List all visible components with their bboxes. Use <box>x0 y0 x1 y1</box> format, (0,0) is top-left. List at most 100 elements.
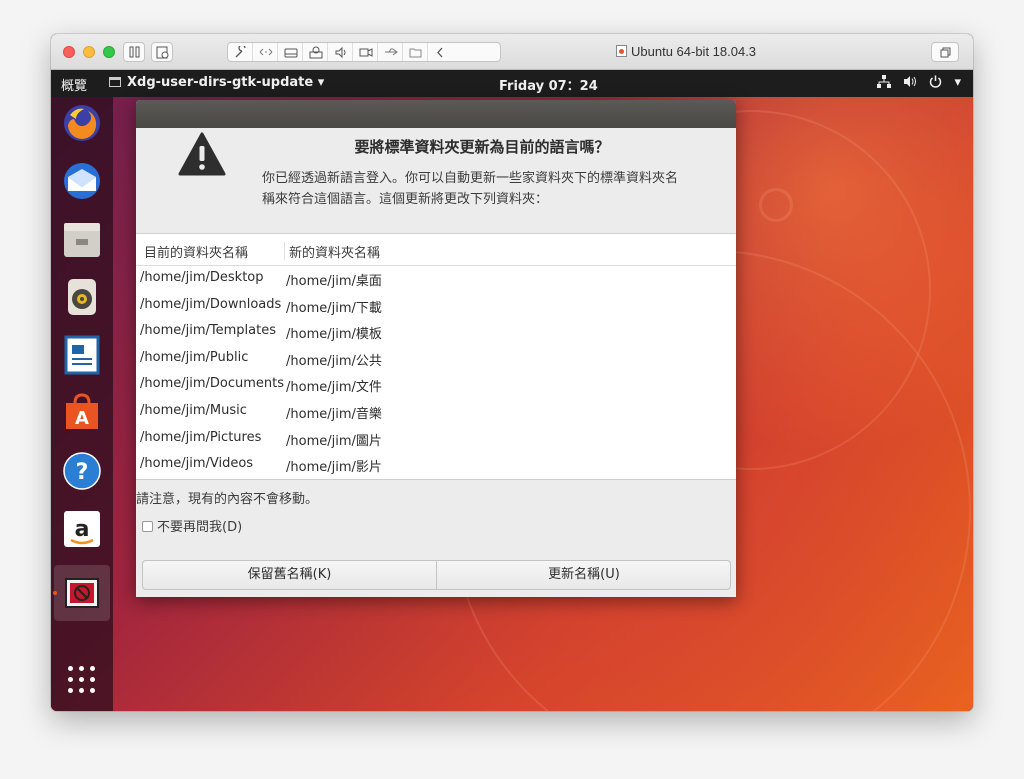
update-names-button[interactable]: 更新名稱(U) <box>437 561 730 589</box>
shared-folder-icon <box>409 48 422 58</box>
network-arrows-button[interactable] <box>253 43 278 61</box>
gnome-top-bar: 概覽 Xdg-user-dirs-gtk-update ▾ Friday 07：… <box>51 70 973 97</box>
folders-table: 目前的資料夾名稱 新的資料夾名稱 /home/jim/Desktop/home/… <box>136 233 736 480</box>
restore-icon <box>940 47 951 58</box>
window-icon <box>109 77 121 87</box>
current-folder-cell: /home/jim/Templates <box>140 323 276 339</box>
keep-old-names-button[interactable]: 保留舊名稱(K) <box>143 561 437 589</box>
snapshot-icon <box>156 46 169 59</box>
pause-icon <box>129 46 140 58</box>
content-not-moved-note: 請注意，現有的內容不會移動。 <box>136 492 319 507</box>
dialog-message: 你已經透過新語言登入。你可以自動更新一些家資料夾下的標準資料夾名 稱來符合這個語… <box>262 168 718 210</box>
zoom-window-button[interactable] <box>103 46 115 58</box>
vm-device-toolbar <box>227 42 501 62</box>
usb-icon <box>385 48 398 56</box>
vm-doc-icon <box>616 45 627 57</box>
camera-icon <box>359 48 373 57</box>
xdg-user-dirs-update-icon[interactable] <box>62 573 102 613</box>
system-tray[interactable]: ▾ <box>869 75 961 90</box>
table-row[interactable]: /home/jim/Music/home/jim/音樂 <box>136 399 736 426</box>
new-folder-cell: /home/jim/公共 <box>286 353 382 369</box>
pause-vm-button[interactable] <box>123 42 145 62</box>
restore-window-button[interactable] <box>931 42 959 62</box>
ubuntu-software-icon[interactable]: A <box>62 393 102 433</box>
firefox-icon[interactable] <box>62 103 102 143</box>
wallpaper-small-circle <box>759 188 793 222</box>
files-icon[interactable] <box>62 219 102 259</box>
vm-title-text: Ubuntu 64-bit 18.04.3 <box>631 44 757 59</box>
sound-button[interactable] <box>328 43 353 61</box>
app-menu[interactable]: Xdg-user-dirs-gtk-update ▾ <box>109 75 324 90</box>
column-header-new[interactable]: 新的資料夾名稱 <box>284 242 380 261</box>
amazon-icon[interactable]: a <box>62 509 102 549</box>
dialog-header[interactable] <box>136 100 736 128</box>
new-folder-cell: /home/jim/圖片 <box>286 433 382 449</box>
svg-text:A: A <box>75 408 89 429</box>
network-icon <box>877 75 892 90</box>
shared-folder-button[interactable] <box>403 43 428 61</box>
arrows-icon <box>259 48 273 56</box>
wrench-icon <box>235 46 246 58</box>
dock: A ? a <box>51 97 113 711</box>
message-line-1: 你已經透過新語言登入。你可以自動更新一些家資料夾下的標準資料夾名 <box>262 171 679 186</box>
running-indicator <box>53 591 57 595</box>
collapse-toolbar-button[interactable] <box>428 43 453 61</box>
table-row[interactable]: /home/jim/Desktop/home/jim/桌面 <box>136 266 736 293</box>
column-header-current[interactable]: 目前的資料夾名稱 <box>144 242 248 261</box>
close-window-button[interactable] <box>63 46 75 58</box>
new-folder-cell: /home/jim/影片 <box>286 460 382 476</box>
show-applications-button[interactable] <box>67 665 97 695</box>
vm-window: Ubuntu 64-bit 18.04.3 概覽 Xdg-user-dirs-g… <box>51 34 973 711</box>
harddisk-button[interactable] <box>278 43 303 61</box>
table-row[interactable]: /home/jim/Templates/home/jim/模板 <box>136 319 736 346</box>
activities-button[interactable]: 概覽 <box>61 75 87 94</box>
cd-drive-icon <box>309 46 323 59</box>
app-menu-label: Xdg-user-dirs-gtk-update ▾ <box>127 75 325 90</box>
dialog-title: 要將標準資料夾更新為目前的語言嗎？ <box>354 138 610 156</box>
power-icon <box>929 75 942 90</box>
table-row[interactable]: /home/jim/Pictures/home/jim/圖片 <box>136 426 736 453</box>
harddisk-icon <box>284 48 298 58</box>
help-icon[interactable]: ? <box>62 451 102 491</box>
current-folder-cell: /home/jim/Downloads <box>140 296 282 312</box>
current-folder-cell: /home/jim/Public <box>140 349 249 365</box>
clock[interactable]: Friday 07：24 <box>499 75 598 94</box>
table-header: 目前的資料夾名稱 新的資料夾名稱 <box>136 234 736 266</box>
ubuntu-desktop: 概覽 Xdg-user-dirs-gtk-update ▾ Friday 07：… <box>51 70 973 711</box>
chevron-left-icon <box>437 47 443 58</box>
table-row[interactable]: /home/jim/Videos/home/jim/影片 <box>136 452 736 479</box>
current-folder-cell: /home/jim/Videos <box>140 456 254 472</box>
rhythmbox-icon[interactable] <box>62 277 102 317</box>
current-folder-cell: /home/jim/Desktop <box>140 270 264 285</box>
message-line-2: 稱來符合這個語言。這個更新將更改下列資料夾： <box>262 192 549 207</box>
table-row[interactable]: /home/jim/Public/home/jim/公共 <box>136 346 736 373</box>
table-row[interactable]: /home/jim/Downloads/home/jim/下載 <box>136 293 736 320</box>
current-folder-cell: /home/jim/Pictures <box>140 429 262 445</box>
new-folder-cell: /home/jim/下載 <box>286 300 382 316</box>
dialog-buttons: 保留舊名稱(K) 更新名稱(U) <box>142 560 731 590</box>
cd-drive-button[interactable] <box>303 43 328 61</box>
new-folder-cell: /home/jim/音樂 <box>286 407 382 422</box>
settings-wrench-button[interactable] <box>228 43 253 61</box>
new-folder-cell: /home/jim/文件 <box>286 380 382 396</box>
vm-window-title: Ubuntu 64-bit 18.04.3 <box>616 44 756 59</box>
dont-ask-again-checkbox[interactable]: 不要再問我(D) <box>142 516 242 535</box>
svg-text:a: a <box>75 517 90 542</box>
current-folder-cell: /home/jim/Documents <box>140 376 285 392</box>
volume-icon <box>903 75 917 90</box>
svg-text:?: ? <box>76 460 89 485</box>
libreoffice-writer-icon[interactable] <box>62 335 102 375</box>
snapshot-button[interactable] <box>151 42 173 62</box>
new-folder-cell: /home/jim/模板 <box>286 327 382 343</box>
new-folder-cell: /home/jim/桌面 <box>286 274 382 289</box>
update-folders-dialog: 要將標準資料夾更新為目前的語言嗎？ 你已經透過新語言登入。你可以自動更新一些家資… <box>136 100 736 597</box>
speaker-icon <box>335 46 346 59</box>
checkbox-box[interactable] <box>142 521 153 532</box>
usb-button[interactable] <box>378 43 403 61</box>
camera-button[interactable] <box>353 43 378 61</box>
system-menu-chevron-down-icon: ▾ <box>954 75 961 90</box>
vm-titlebar: Ubuntu 64-bit 18.04.3 <box>51 34 973 70</box>
minimize-window-button[interactable] <box>83 46 95 58</box>
thunderbird-icon[interactable] <box>62 161 102 201</box>
table-row[interactable]: /home/jim/Documents/home/jim/文件 <box>136 372 736 399</box>
